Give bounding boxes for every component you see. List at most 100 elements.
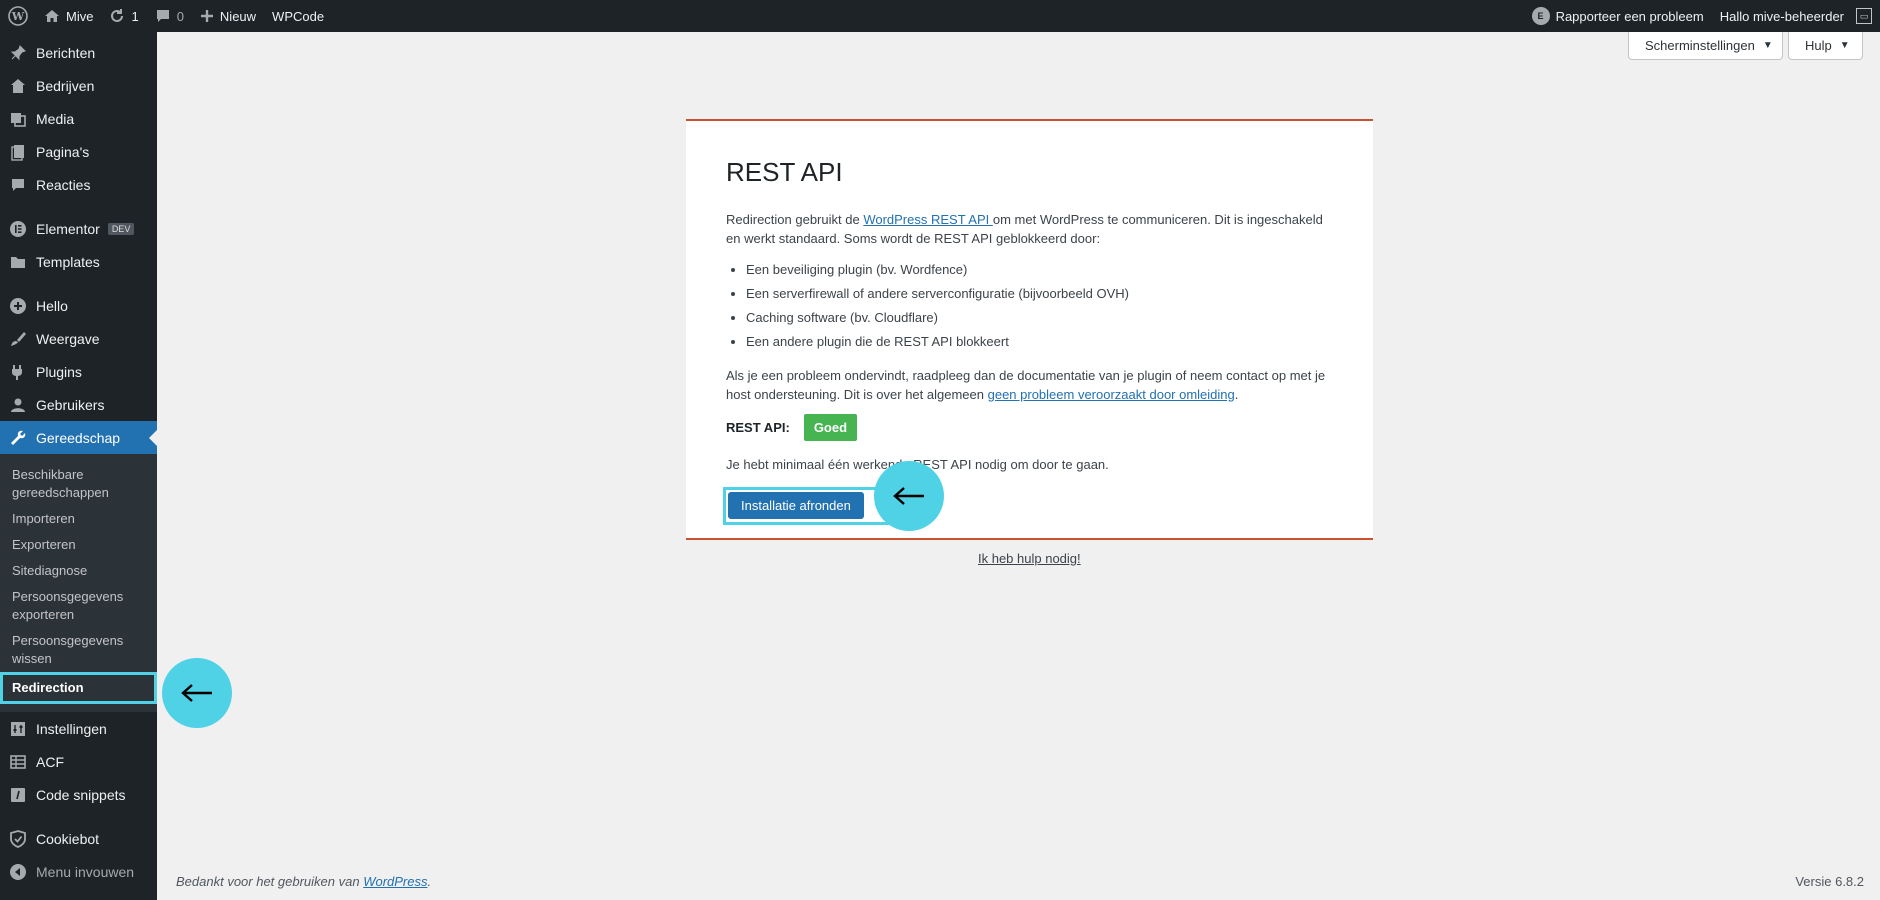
sidebar-item-berichten[interactable]: Berichten [0, 36, 157, 69]
sidebar-item-elementor[interactable]: Elementor DEV [0, 212, 157, 245]
submenu-sitediagnose[interactable]: Sitediagnose [0, 558, 157, 584]
status-badge: Goed [803, 414, 858, 441]
footer-thanks: Bedankt voor het gebruiken van WordPress… [176, 874, 431, 889]
brush-icon [8, 329, 28, 349]
elementor-logo-icon: E [1531, 7, 1550, 25]
plus-icon [200, 10, 213, 22]
sidebar-item-label: ACF [36, 753, 64, 770]
sidebar-item-plugins[interactable]: Plugins [0, 355, 157, 388]
sidebar-item-label: Pagina's [36, 143, 90, 160]
comment-icon [156, 10, 169, 22]
media-icon [8, 109, 28, 129]
help-button[interactable]: Hulp ▼ [1788, 32, 1863, 60]
need-help-link[interactable]: Ik heb hulp nodig! [978, 551, 1081, 566]
arrow-left-icon [893, 487, 924, 505]
help-label: Hulp [1805, 38, 1832, 53]
new-content-link[interactable]: Nieuw [192, 0, 264, 32]
dev-badge: DEV [107, 222, 135, 235]
sidebar-item-weergave[interactable]: Weergave [0, 322, 157, 355]
report-label: Rapporteer een probleem [1555, 8, 1704, 24]
intro-text: Redirection gebruikt de WordPress REST A… [726, 210, 1333, 248]
list-item: Een andere plugin die de REST API blokke… [746, 330, 1333, 354]
admin-sidebar: Berichten Bedrijven Media Pagina's React… [0, 32, 157, 900]
list-item: Caching software (bv. Cloudflare) [746, 306, 1333, 330]
problem-text: Als je een probleem ondervindt, raadplee… [726, 366, 1333, 404]
home-icon [45, 10, 59, 22]
screen-options-button[interactable]: Scherminstellingen ▼ [1628, 32, 1783, 60]
svg-text:W: W [11, 10, 25, 23]
status-label: REST API: [726, 420, 790, 435]
plugin-icon [8, 362, 28, 382]
submenu-importeren[interactable]: Importeren [0, 506, 157, 532]
sidebar-item-label: Gebruikers [36, 396, 105, 413]
wpcode-link[interactable]: WPCode [264, 0, 332, 32]
rest-api-card: REST API Redirection gebruikt de WordPre… [686, 119, 1373, 540]
rest-api-link[interactable]: WordPress REST API [863, 212, 993, 227]
caret-down-icon: ▼ [1839, 40, 1850, 51]
wordpress-logo-icon[interactable]: W [0, 0, 36, 32]
sidebar-item-label: Weergave [36, 330, 100, 347]
blockers-list: Een beveiliging plugin (bv. Wordfence) E… [726, 258, 1333, 354]
wpcode-label: WPCode [272, 8, 325, 24]
finish-button-highlight: Installatie afronden [723, 487, 889, 525]
screen-options-label: Scherminstellingen [1645, 38, 1755, 53]
submenu-persoonsgegevens-exporteren[interactable]: Persoonsgegevens exporteren [0, 584, 157, 628]
sidebar-item-label: Reacties [36, 176, 91, 193]
sidebar-item-label: Berichten [36, 44, 96, 61]
sidebar-item-label: Code snippets [36, 786, 126, 803]
shield-icon [8, 829, 28, 849]
pin-icon [8, 43, 28, 63]
sidebar-item-hello[interactable]: Hello [0, 289, 157, 322]
site-name-link[interactable]: Mive [36, 0, 101, 32]
sidebar-item-label: Templates [36, 253, 100, 270]
report-problem-link[interactable]: E Rapporteer een probleem [1524, 0, 1712, 32]
folder-icon [8, 252, 28, 272]
elementor-icon [8, 219, 28, 239]
arrow-callout-sidebar [162, 658, 232, 728]
list-item: Een beveiliging plugin (bv. Wordfence) [746, 258, 1333, 282]
sidebar-item-label: Gereedschap [36, 429, 121, 446]
sidebar-item-label: Instellingen [36, 720, 107, 737]
wrench-icon [8, 428, 28, 448]
tools-submenu: Beschikbare gereedschappen Importeren Ex… [0, 454, 157, 712]
account-link[interactable]: Hallo mive-beheerder ▭ [1712, 0, 1880, 32]
table-icon [8, 752, 28, 772]
sidebar-item-instellingen[interactable]: Instellingen [0, 712, 157, 745]
sidebar-item-reacties[interactable]: Reacties [0, 168, 157, 201]
settings-icon [8, 719, 28, 739]
arrow-left-icon [181, 684, 212, 702]
arrow-callout-button [874, 461, 944, 531]
sidebar-item-paginas[interactable]: Pagina's [0, 135, 157, 168]
submenu-redirection[interactable]: Redirection [0, 672, 157, 704]
collapse-menu-button[interactable]: Menu invouwen [0, 855, 157, 888]
footer-thanks-before: Bedankt voor het gebruiken van [176, 874, 364, 889]
problem-after: . [1234, 387, 1239, 402]
sidebar-item-bedrijven[interactable]: Bedrijven [0, 69, 157, 102]
comments-link[interactable]: 0 [147, 0, 192, 32]
wordpress-link[interactable]: WordPress [363, 874, 427, 889]
sidebar-item-code-snippets[interactable]: Code snippets [0, 778, 157, 811]
submenu-beschikbare-gereedschappen[interactable]: Beschikbare gereedschappen [0, 462, 157, 506]
sidebar-item-cookiebot[interactable]: Cookiebot [0, 822, 157, 855]
sidebar-item-media[interactable]: Media [0, 102, 157, 135]
redirection-problem-link[interactable]: geen probleem veroorzaakt door omleiding [988, 387, 1235, 402]
comments-count: 0 [176, 8, 184, 24]
user-icon [8, 395, 28, 415]
finish-setup-button[interactable]: Installatie afronden [728, 492, 864, 519]
site-name: Mive [66, 8, 94, 24]
sidebar-item-gebruikers[interactable]: Gebruikers [0, 388, 157, 421]
caret-down-icon: ▼ [1762, 40, 1773, 51]
footer-thanks-after: . [427, 874, 432, 889]
sidebar-item-label: Hello [36, 297, 68, 314]
updates-count: 1 [131, 8, 139, 24]
sidebar-item-acf[interactable]: ACF [0, 745, 157, 778]
sidebar-item-templates[interactable]: Templates [0, 245, 157, 278]
submenu-persoonsgegevens-wissen[interactable]: Persoonsgegevens wissen [0, 628, 157, 672]
rest-api-status: REST API: Goed [726, 414, 1333, 441]
sidebar-item-label: Cookiebot [36, 830, 100, 847]
submenu-exporteren[interactable]: Exporteren [0, 532, 157, 558]
sidebar-item-gereedschap[interactable]: Gereedschap [0, 421, 157, 454]
refresh-icon [111, 9, 124, 22]
intro-before: Redirection gebruikt de [726, 212, 864, 227]
updates-link[interactable]: 1 [101, 0, 146, 32]
